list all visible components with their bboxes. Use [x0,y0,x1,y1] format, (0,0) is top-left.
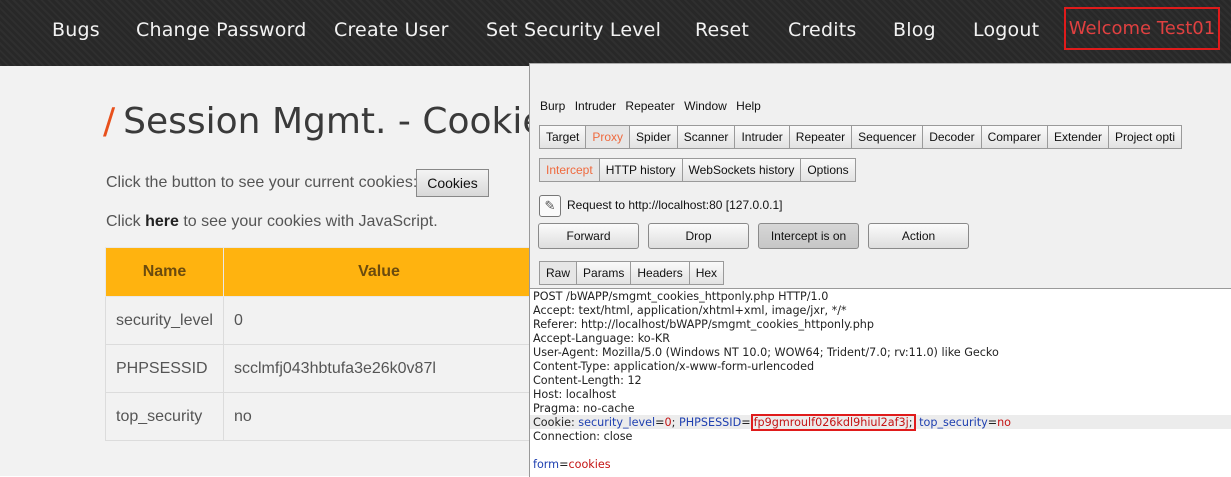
pencil-icon[interactable]: ✎ [539,195,561,217]
tab-websockets-history[interactable]: WebSockets history [681,158,802,182]
request-body-line: form=cookies [533,458,611,472]
instruction-prefix: Click [106,213,146,230]
menu-window[interactable]: Window [684,99,727,113]
column-header-name: Name [105,247,224,297]
phpsessid-highlight-box: fp9gmroulf026kdl9hiul2af3j; [750,414,916,431]
cookie-value-cell: 0 [223,296,535,345]
cookie-sep: ; [671,416,679,429]
cookie-eq: = [741,416,751,429]
instruction-suffix: to see your cookies with JavaScript. [178,213,438,230]
tab-comparer[interactable]: Comparer [980,125,1048,149]
forward-button[interactable]: Forward [538,223,639,249]
nav-create-user[interactable]: Create User [334,19,449,41]
raw-line: Pragma: no-cache [533,402,635,415]
cookie-label: Cookie: [533,416,579,429]
cookie-key-top-security: top_security [915,416,988,429]
nav-bugs[interactable]: Bugs [52,19,100,41]
cookie-value-cell: no [223,392,535,441]
nav-credits[interactable]: Credits [788,19,856,41]
raw-line: Accept: text/html, application/xhtml+xml… [533,304,847,317]
tab-intruder[interactable]: Intruder [734,125,790,149]
raw-request-editor[interactable]: POST /bWAPP/smgmt_cookies_httponly.php H… [530,288,1231,477]
nav-blog[interactable]: Blog [893,19,936,41]
column-header-value: Value [223,247,535,297]
welcome-user-label: Welcome Test01 [1064,7,1220,50]
cookie-name-cell: security_level [105,296,224,345]
raw-line: Referer: http://localhost/bWAPP/smgmt_co… [533,318,874,331]
table-row: top_security no [105,392,535,441]
cookie-name-cell: top_security [105,392,224,441]
raw-line: Content-Type: application/x-www-form-url… [533,360,815,373]
tab-proxy[interactable]: Proxy [585,125,631,149]
tab-spider[interactable]: Spider [629,125,678,149]
proxy-sub-tabs: Intercept HTTP history WebSockets history O… [539,158,856,182]
raw-line: User-Agent: Mozilla/5.0 (Windows NT 10.0… [533,346,999,359]
cookie-value-security-level: 0 [664,416,672,429]
here-link[interactable]: here [145,213,179,230]
tab-intercept[interactable]: Intercept [539,158,600,182]
table-row: PHPSESSID scclmfj043hbtufa3e26k0v87l [105,344,535,393]
table-row: security_level 0 [105,296,535,345]
tab-project-options[interactable]: Project opti [1107,125,1182,149]
top-navigation-bar: Bugs Change Password Create User Set Sec… [0,0,1231,66]
cookie-name-cell: PHPSESSID [105,344,224,393]
raw-line: Content-Length: 12 [533,374,642,387]
tab-sequencer[interactable]: Sequencer [851,125,924,149]
cookie-eq: = [655,416,665,429]
tab-target[interactable]: Target [539,125,587,149]
action-button[interactable]: Action [868,223,969,249]
menu-burp[interactable]: Burp [540,99,565,113]
cookie-value-cell: scclmfj043hbtufa3e26k0v87l [223,344,535,393]
burp-suite-window: Burp Intruder Repeater Window Help Targe… [529,63,1231,477]
nav-set-security-level[interactable]: Set Security Level [486,19,661,41]
cookies-table: Name Value security_level 0 PHPSESSID sc… [105,247,535,441]
drop-button[interactable]: Drop [648,223,749,249]
burp-main-tabs: Target Proxy Spider Scanner Intruder Repeater… [539,125,1182,149]
raw-line: Connection: close [533,430,633,443]
nav-logout[interactable]: Logout [973,19,1039,41]
menu-help[interactable]: Help [736,99,761,113]
message-view-tabs: Raw Params Headers Hex [539,261,725,285]
tab-decoder[interactable]: Decoder [922,125,982,149]
cookie-eq: = [987,416,998,429]
cookies-button[interactable]: Cookies [416,169,489,197]
cookie-sep: ; [908,416,913,429]
page-title: / Session Mgmt. - Cookies [103,101,563,142]
tab-params[interactable]: Params [576,261,632,285]
tab-raw[interactable]: Raw [539,261,578,285]
cookie-value-phpsessid: fp9gmroulf026kdl9hiul2af3j [753,416,909,429]
cookie-value-top-security: no [997,416,1012,429]
cookie-header-line: Cookie: security_level=0; PHPSESSID= fp9g… [533,414,1012,431]
body-param-key: form [533,458,560,471]
raw-line: POST /bWAPP/smgmt_cookies_httponly.php H… [533,290,829,303]
cookies-instruction: Click the button to see your current coo… [106,174,418,191]
tab-http-history[interactable]: HTTP history [598,158,683,182]
menu-repeater[interactable]: Repeater [625,99,674,113]
raw-line: Accept-Language: ko-KR [533,332,670,345]
nav-change-password[interactable]: Change Password [136,19,307,41]
tab-headers[interactable]: Headers [630,261,690,285]
burp-menu-bar: Burp Intruder Repeater Window Help [540,99,767,113]
cookie-key-phpsessid: PHPSESSID [679,416,742,429]
request-info: ✎ Request to http://localhost:80 [127.0.0… [539,195,782,219]
tab-hex[interactable]: Hex [688,261,725,285]
nav-reset[interactable]: Reset [695,19,749,41]
tab-repeater[interactable]: Repeater [788,125,853,149]
tab-extender[interactable]: Extender [1046,125,1109,149]
page-title-text: Session Mgmt. - Cookies [123,101,564,142]
intercept-toggle-button[interactable]: Intercept is on [758,223,859,249]
menu-intruder[interactable]: Intruder [575,99,616,113]
raw-line: Host: localhost [533,388,617,401]
title-slash: / [103,101,116,142]
tab-options[interactable]: Options [800,158,856,182]
javascript-instruction: Click here to see your cookies with Java… [106,213,438,231]
cookie-key-security-level: security_level [578,416,656,429]
table-header-row: Name Value [105,247,535,297]
body-param-value: cookies [568,458,611,471]
tab-scanner[interactable]: Scanner [676,125,736,149]
request-target-text: Request to http://localhost:80 [127.0.0.… [567,198,783,213]
